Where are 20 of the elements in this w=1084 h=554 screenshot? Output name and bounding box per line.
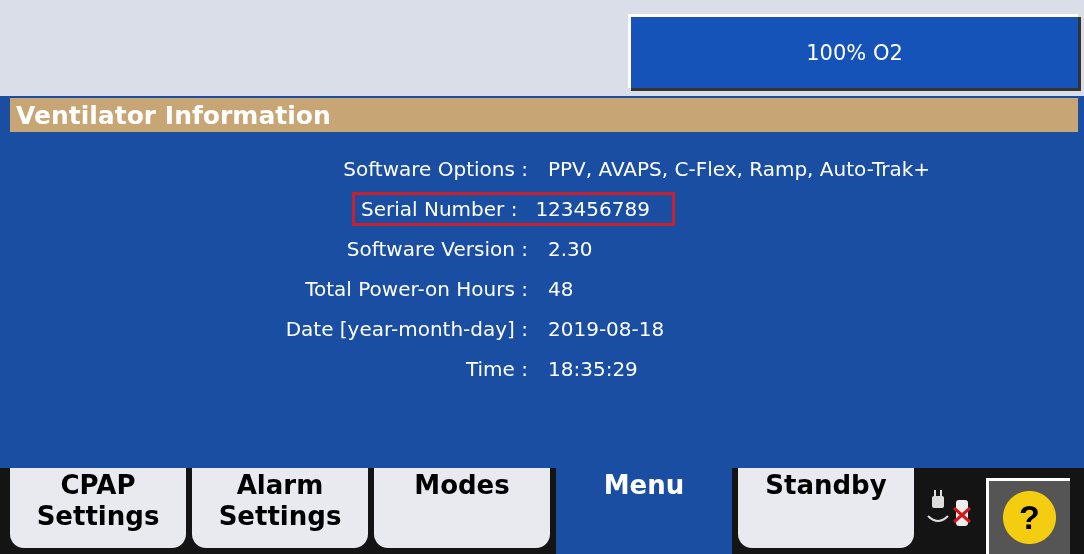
info-label: Date [year-month-day] : — [284, 317, 528, 341]
info-label: Total Power-on Hours : — [304, 277, 528, 301]
tab[interactable]: Menu — [556, 468, 732, 554]
tab[interactable]: Alarm Settings — [192, 468, 368, 548]
info-label: Software Options : — [342, 157, 528, 181]
info-label: Serial Number : — [361, 197, 518, 221]
info-value: 123456789 — [535, 197, 651, 221]
oxygen-button[interactable]: 100% O2 — [628, 14, 1078, 88]
section-title: Ventilator Information — [15, 100, 331, 130]
info-value: 48 — [548, 277, 575, 301]
info-value: 2019-08-18 — [548, 317, 666, 341]
info-value: 2.30 — [548, 237, 594, 261]
tab[interactable]: Standby — [738, 468, 914, 548]
info-value: PPV, AVAPS, C-Flex, Ramp, Auto-Trak+ — [548, 157, 932, 181]
tab[interactable]: Modes — [374, 468, 550, 548]
help-button[interactable]: ? — [986, 478, 1070, 554]
info-label: Time : — [464, 357, 528, 381]
info-value: 18:35:29 — [548, 357, 639, 381]
tab[interactable]: CPAP Settings — [10, 468, 186, 548]
info-label: Software Version : — [345, 237, 528, 261]
